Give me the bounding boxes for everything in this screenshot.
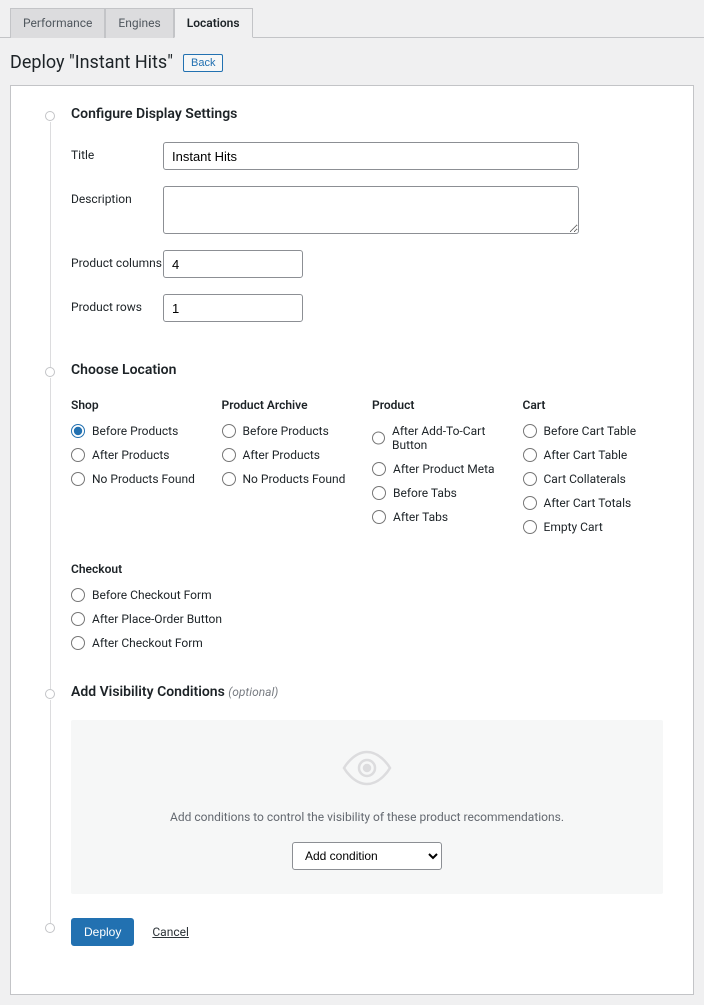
- radio-archive-before-products[interactable]: Before Products: [222, 424, 363, 438]
- configure-heading: Configure Display Settings: [71, 106, 663, 122]
- radio-label: Before Checkout Form: [92, 588, 212, 602]
- page-header: Deploy "Instant Hits" Back: [0, 38, 704, 85]
- group-product-label: Product: [372, 398, 513, 412]
- radio-label: Before Tabs: [393, 486, 457, 500]
- group-archive-label: Product Archive: [222, 398, 363, 412]
- radio-label: After Product Meta: [393, 462, 495, 476]
- product-rows-label: Product rows: [71, 294, 163, 314]
- radio-label: After Place-Order Button: [92, 612, 222, 626]
- location-heading: Choose Location: [71, 362, 663, 378]
- radio-shop-after-products[interactable]: After Products: [71, 448, 212, 462]
- group-checkout: Checkout Before Checkout Form After Plac…: [71, 562, 663, 650]
- radio-label: Empty Cart: [544, 520, 603, 534]
- visibility-box: Add conditions to control the visibility…: [71, 720, 663, 894]
- radio-label: Cart Collaterals: [544, 472, 626, 486]
- group-product: Product After Add-To-Cart Button After P…: [372, 398, 513, 544]
- radio-label: Before Products: [243, 424, 329, 438]
- step-location: Choose Location Shop Before Products Aft…: [41, 362, 663, 684]
- group-shop-label: Shop: [71, 398, 212, 412]
- radio-label: After Cart Table: [544, 448, 628, 462]
- add-condition-select[interactable]: Add condition: [292, 842, 442, 870]
- radio-product-after-meta[interactable]: After Product Meta: [372, 462, 513, 476]
- radio-label: No Products Found: [243, 472, 346, 486]
- visibility-heading: Add Visibility Conditions (optional): [71, 684, 663, 700]
- group-cart-label: Cart: [523, 398, 664, 412]
- step-visibility: Add Visibility Conditions (optional) Add…: [41, 684, 663, 918]
- title-label: Title: [71, 142, 163, 162]
- tab-locations[interactable]: Locations: [174, 8, 253, 38]
- group-checkout-label: Checkout: [71, 562, 663, 576]
- radio-product-after-tabs[interactable]: After Tabs: [372, 510, 513, 524]
- tab-performance[interactable]: Performance: [10, 8, 105, 38]
- radio-archive-after-products[interactable]: After Products: [222, 448, 363, 462]
- radio-checkout-after-form[interactable]: After Checkout Form: [71, 636, 663, 650]
- group-product-archive: Product Archive Before Products After Pr…: [222, 398, 363, 544]
- radio-label: After Add-To-Cart Button: [392, 424, 513, 452]
- tab-engines[interactable]: Engines: [105, 8, 173, 38]
- back-button[interactable]: Back: [183, 54, 223, 72]
- step-actions: Deploy Cancel: [41, 918, 663, 970]
- optional-label: (optional): [228, 685, 278, 699]
- product-rows-input[interactable]: [163, 294, 303, 322]
- description-input[interactable]: [163, 186, 579, 234]
- step-configure: Configure Display Settings Title Descrip…: [41, 106, 663, 362]
- visibility-hint: Add conditions to control the visibility…: [91, 810, 643, 824]
- radio-label: After Tabs: [393, 510, 448, 524]
- cancel-link[interactable]: Cancel: [152, 925, 189, 939]
- page-title: Deploy "Instant Hits": [10, 52, 173, 73]
- radio-shop-no-products[interactable]: No Products Found: [71, 472, 212, 486]
- radio-cart-collaterals[interactable]: Cart Collaterals: [523, 472, 664, 486]
- title-input[interactable]: [163, 142, 579, 170]
- radio-cart-before-table[interactable]: Before Cart Table: [523, 424, 664, 438]
- radio-product-after-addtocart[interactable]: After Add-To-Cart Button: [372, 424, 513, 452]
- radio-label: After Products: [243, 448, 320, 462]
- radio-label: Before Products: [92, 424, 178, 438]
- description-label: Description: [71, 186, 163, 206]
- radio-label: After Products: [92, 448, 169, 462]
- radio-cart-after-table[interactable]: After Cart Table: [523, 448, 664, 462]
- group-shop: Shop Before Products After Products No P…: [71, 398, 212, 544]
- radio-archive-no-products[interactable]: No Products Found: [222, 472, 363, 486]
- radio-cart-empty[interactable]: Empty Cart: [523, 520, 664, 534]
- radio-label: Before Cart Table: [544, 424, 637, 438]
- deploy-button[interactable]: Deploy: [71, 918, 134, 946]
- radio-checkout-after-place-order[interactable]: After Place-Order Button: [71, 612, 663, 626]
- radio-product-before-tabs[interactable]: Before Tabs: [372, 486, 513, 500]
- tab-bar: Performance Engines Locations: [0, 0, 704, 38]
- eye-icon: [341, 748, 393, 788]
- radio-cart-after-totals[interactable]: After Cart Totals: [523, 496, 664, 510]
- radio-label: After Cart Totals: [544, 496, 632, 510]
- radio-shop-before-products[interactable]: Before Products: [71, 424, 212, 438]
- product-columns-input[interactable]: [163, 250, 303, 278]
- product-columns-label: Product columns: [71, 250, 163, 270]
- radio-checkout-before-form[interactable]: Before Checkout Form: [71, 588, 663, 602]
- radio-label: No Products Found: [92, 472, 195, 486]
- radio-label: After Checkout Form: [92, 636, 203, 650]
- group-cart: Cart Before Cart Table After Cart Table …: [523, 398, 664, 544]
